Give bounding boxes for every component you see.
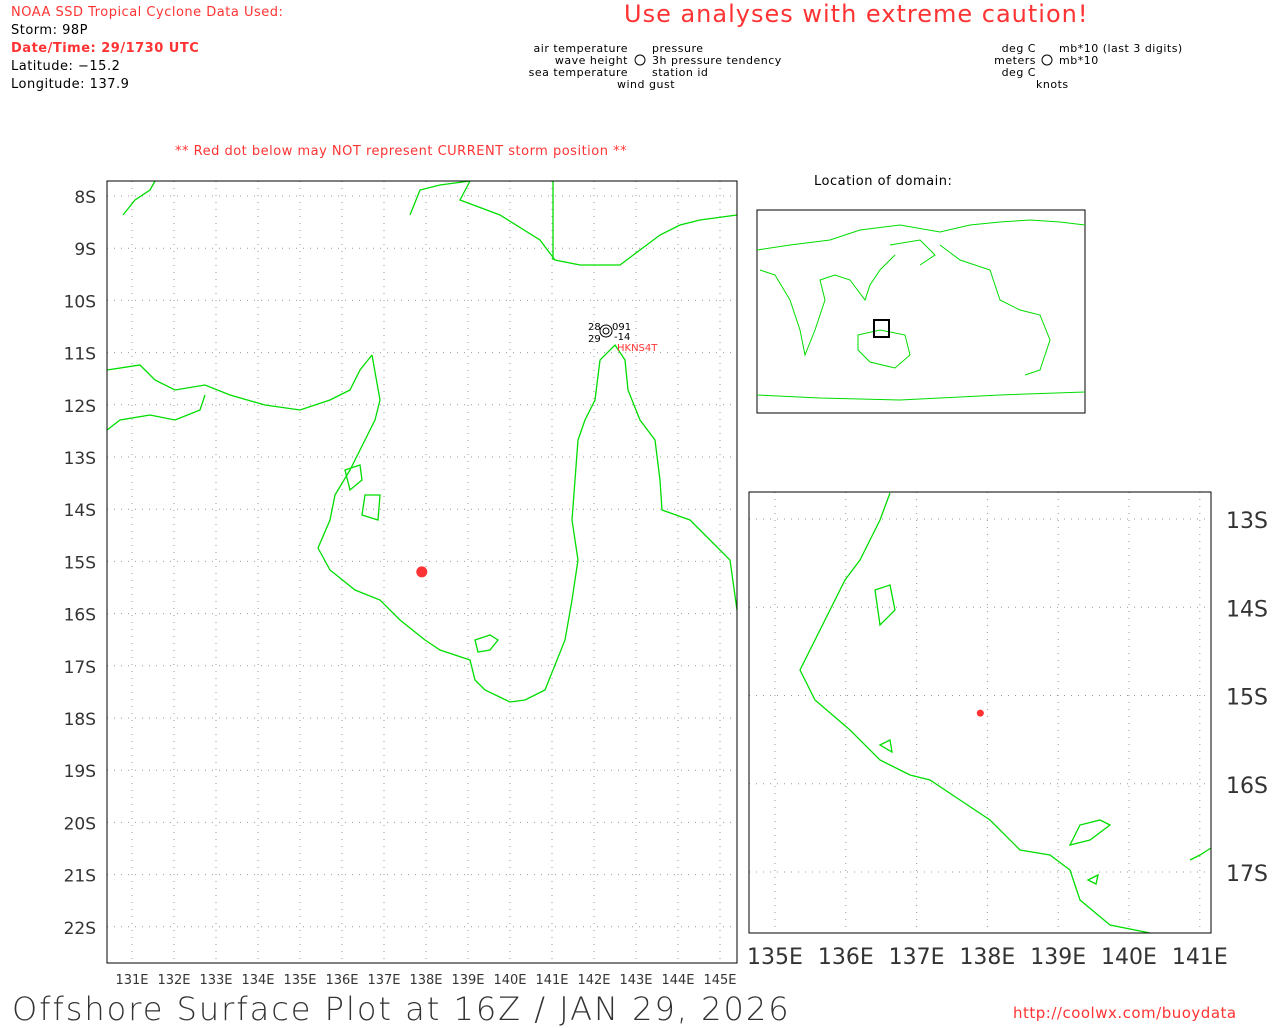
- legend-station-circle-icon: [634, 54, 646, 66]
- lon-tick-label: 137E: [367, 973, 400, 988]
- zoom-lon-tick-label: 139E: [1030, 945, 1086, 970]
- lat-tick-label: 22S: [64, 919, 96, 939]
- station-sea-temp: 29: [588, 334, 601, 345]
- storm-position-dot: [416, 566, 428, 578]
- lon-tick-label: 139E: [451, 973, 484, 988]
- lon-tick-label: 135E: [283, 973, 316, 988]
- lon-tick-label: 143E: [619, 973, 652, 988]
- zoom-map-coastline: [799, 492, 1212, 934]
- zoom-lat-tick-label: 16S: [1226, 774, 1268, 799]
- lat-tick-label: 10S: [64, 292, 96, 312]
- lat-tick-label: 20S: [64, 814, 96, 834]
- lon-tick-label: 136E: [325, 973, 358, 988]
- zoom-lat-tick-label: 17S: [1226, 862, 1268, 887]
- inset-world-map: [756, 209, 1086, 414]
- lon-tick-label: 132E: [157, 973, 190, 988]
- lon-tick-label: 145E: [703, 973, 736, 988]
- lon-tick-label: 142E: [577, 973, 610, 988]
- lon-tick-label: 140E: [493, 973, 526, 988]
- lat-tick-label: 17S: [64, 658, 96, 678]
- lat-tick-label: 18S: [64, 710, 96, 730]
- zoom-lon-tick-label: 136E: [818, 945, 874, 970]
- station-tendency: -14: [614, 332, 630, 343]
- plot-title: Offshore Surface Plot at 16Z / JAN 29, 2…: [12, 990, 791, 1028]
- lat-tick-label: 14S: [64, 501, 96, 521]
- lon-tick-label: 131E: [115, 973, 148, 988]
- lat-tick-label: 16S: [64, 606, 96, 626]
- lat-tick-label: 21S: [64, 867, 96, 887]
- lon-tick-label: 144E: [661, 973, 694, 988]
- main-map-coastline: [106, 180, 738, 703]
- lat-tick-label: 15S: [64, 553, 96, 573]
- zoom-lon-tick-label: 135E: [747, 945, 803, 970]
- units-station-circle-icon: [1041, 54, 1053, 66]
- lon-tick-label: 141E: [535, 973, 568, 988]
- lat-tick-label: 19S: [64, 762, 96, 782]
- station-plot[interactable]: 28 091 29 -14 HKNS4T: [588, 322, 658, 354]
- zoom-lon-tick-label: 137E: [889, 945, 945, 970]
- lon-tick-label: 134E: [241, 973, 274, 988]
- lat-tick-label: 8S: [74, 188, 96, 208]
- lat-tick-label: 13S: [64, 449, 96, 469]
- zoom-storm-position-dot: [976, 709, 984, 717]
- zoom-lon-tick-label: 140E: [1101, 945, 1157, 970]
- lon-tick-label: 138E: [409, 973, 442, 988]
- zoom-lat-tick-label: 13S: [1226, 509, 1268, 534]
- map-canvas: 8S 9S 10S 11S 12S 13S 14S 15S 16S 17S 18S 19S 20S 21S…: [64, 54, 1268, 988]
- lat-tick-label: 12S: [64, 397, 96, 417]
- lat-tick-label: 9S: [74, 240, 96, 260]
- lat-tick-label: 11S: [64, 345, 96, 365]
- lon-tick-label: 133E: [199, 973, 232, 988]
- zoom-lon-tick-label: 138E: [959, 945, 1015, 970]
- zoom-lon-tick-label: 141E: [1172, 945, 1228, 970]
- station-id: HKNS4T: [617, 343, 658, 354]
- zoom-lat-tick-label: 15S: [1226, 686, 1268, 711]
- zoom-lat-tick-label: 14S: [1226, 597, 1268, 622]
- station-air-temp: 28: [588, 322, 601, 333]
- source-link[interactable]: http://coolwx.com/buoydata: [1013, 1004, 1237, 1022]
